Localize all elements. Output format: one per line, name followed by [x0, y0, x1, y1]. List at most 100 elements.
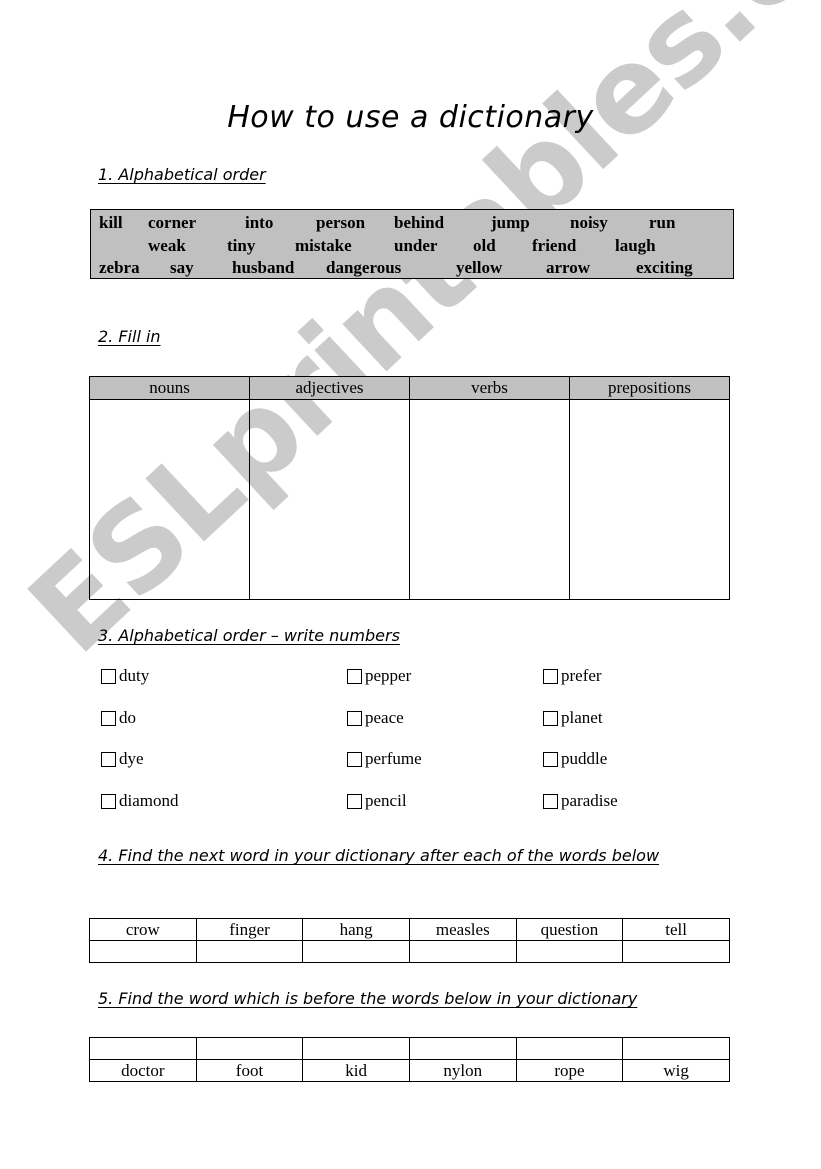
- word: tiny: [227, 236, 256, 255]
- word-box: kill corner into person behind jump nois…: [90, 209, 734, 279]
- checkbox-item[interactable]: prefer: [543, 666, 602, 686]
- checkbox[interactable]: [543, 793, 558, 809]
- checkbox-item[interactable]: puddle: [543, 749, 607, 769]
- answer-cell[interactable]: [302, 940, 410, 963]
- word-cell: tell: [622, 918, 730, 941]
- word-cell: crow: [89, 918, 197, 941]
- answer-cell[interactable]: [89, 940, 197, 963]
- checkbox[interactable]: [101, 710, 116, 726]
- checkbox-label: diamond: [119, 791, 179, 810]
- checkbox-item[interactable]: peace: [347, 708, 404, 728]
- checkbox-item[interactable]: pepper: [347, 666, 411, 686]
- word-cell: nylon: [408, 1059, 517, 1082]
- checkbox[interactable]: [543, 710, 558, 726]
- word-cell: rope: [515, 1059, 624, 1082]
- answer-cell[interactable]: [89, 399, 250, 600]
- checkbox-label: pencil: [365, 791, 407, 810]
- word: behind: [394, 213, 445, 232]
- checkbox-item[interactable]: dye: [101, 749, 144, 769]
- word: exciting: [636, 258, 693, 277]
- checkbox[interactable]: [101, 668, 116, 684]
- word: say: [170, 258, 194, 277]
- checkbox-item[interactable]: perfume: [347, 749, 422, 769]
- section-4-heading: 4. Find the next word in your dictionary…: [98, 846, 660, 865]
- word: friend: [532, 236, 577, 255]
- section-3-heading: 3. Alphabetical order – write numbers: [98, 626, 400, 645]
- answer-cell[interactable]: [408, 940, 517, 963]
- checkbox-label: planet: [561, 708, 603, 727]
- answer-cell[interactable]: [302, 1037, 410, 1060]
- answer-cell[interactable]: [622, 1037, 730, 1060]
- checkbox[interactable]: [543, 668, 558, 684]
- section-1-heading: 1. Alphabetical order: [98, 165, 266, 184]
- checkbox[interactable]: [347, 710, 362, 726]
- answer-cell[interactable]: [569, 399, 730, 600]
- checkbox-label: paradise: [561, 791, 618, 810]
- checkbox[interactable]: [347, 668, 362, 684]
- checkbox-label: puddle: [561, 749, 608, 768]
- checkbox-item[interactable]: duty: [101, 666, 149, 686]
- word: yellow: [456, 258, 503, 277]
- word-cell: kid: [302, 1059, 410, 1082]
- answer-cell[interactable]: [89, 1037, 197, 1060]
- checkbox[interactable]: [101, 793, 116, 809]
- word: laugh: [615, 236, 656, 255]
- column-header-adjectives: adjectives: [249, 376, 410, 400]
- answer-cell[interactable]: [408, 1037, 517, 1060]
- previous-word-table: doctor foot kid nylon rope wig: [89, 1037, 730, 1082]
- checkbox-item[interactable]: pencil: [347, 791, 407, 811]
- word-cell: hang: [302, 918, 410, 941]
- checkbox-label: do: [119, 708, 136, 727]
- answer-cell[interactable]: [409, 399, 570, 600]
- word: husband: [232, 258, 295, 277]
- answer-cell[interactable]: [195, 1037, 304, 1060]
- word: into: [245, 213, 274, 232]
- checkbox-item[interactable]: diamond: [101, 791, 179, 811]
- word: arrow: [546, 258, 591, 277]
- word: dangerous: [326, 258, 402, 277]
- next-word-table: crow finger hang measles question tell: [89, 918, 730, 963]
- word-cell: wig: [622, 1059, 730, 1082]
- answer-cell[interactable]: [515, 1037, 624, 1060]
- answer-cell[interactable]: [249, 399, 410, 600]
- word-cell: finger: [195, 918, 304, 941]
- column-header-verbs: verbs: [409, 376, 570, 400]
- word: under: [394, 236, 438, 255]
- word: jump: [491, 213, 530, 232]
- checkbox-item[interactable]: planet: [543, 708, 603, 728]
- column-header-prepositions: prepositions: [569, 376, 730, 400]
- column-header-nouns: nouns: [89, 376, 250, 400]
- answer-cell[interactable]: [622, 940, 730, 963]
- word: weak: [148, 236, 186, 255]
- word: zebra: [99, 258, 140, 277]
- checkbox-label: prefer: [561, 666, 602, 685]
- checkbox[interactable]: [543, 751, 558, 767]
- word-cell: measles: [408, 918, 517, 941]
- answer-cell[interactable]: [195, 940, 304, 963]
- word: old: [473, 236, 496, 255]
- checkbox-item[interactable]: paradise: [543, 791, 618, 811]
- answer-cell[interactable]: [515, 940, 624, 963]
- word-cell: doctor: [89, 1059, 197, 1082]
- word-cell: question: [515, 918, 624, 941]
- section-5-heading: 5. Find the word which is before the wor…: [98, 989, 638, 1008]
- section-2-heading: 2. Fill in: [98, 327, 161, 346]
- checkbox[interactable]: [347, 751, 362, 767]
- checkbox-item[interactable]: do: [101, 708, 136, 728]
- word: kill: [99, 213, 123, 232]
- page-title: How to use a dictionary: [227, 100, 594, 135]
- word: noisy: [570, 213, 608, 232]
- checkbox[interactable]: [101, 751, 116, 767]
- checkbox-label: perfume: [365, 749, 422, 768]
- word-cell: foot: [195, 1059, 304, 1082]
- checkbox-label: duty: [119, 666, 150, 685]
- word: run: [649, 213, 676, 232]
- fill-in-table: nouns adjectives verbs prepositions: [89, 376, 730, 600]
- checkbox[interactable]: [347, 793, 362, 809]
- checkbox-label: dye: [119, 749, 144, 768]
- checkbox-label: pepper: [365, 666, 412, 685]
- checkbox-label: peace: [365, 708, 404, 727]
- word: mistake: [295, 236, 352, 255]
- word: person: [316, 213, 366, 232]
- word: corner: [148, 213, 197, 232]
